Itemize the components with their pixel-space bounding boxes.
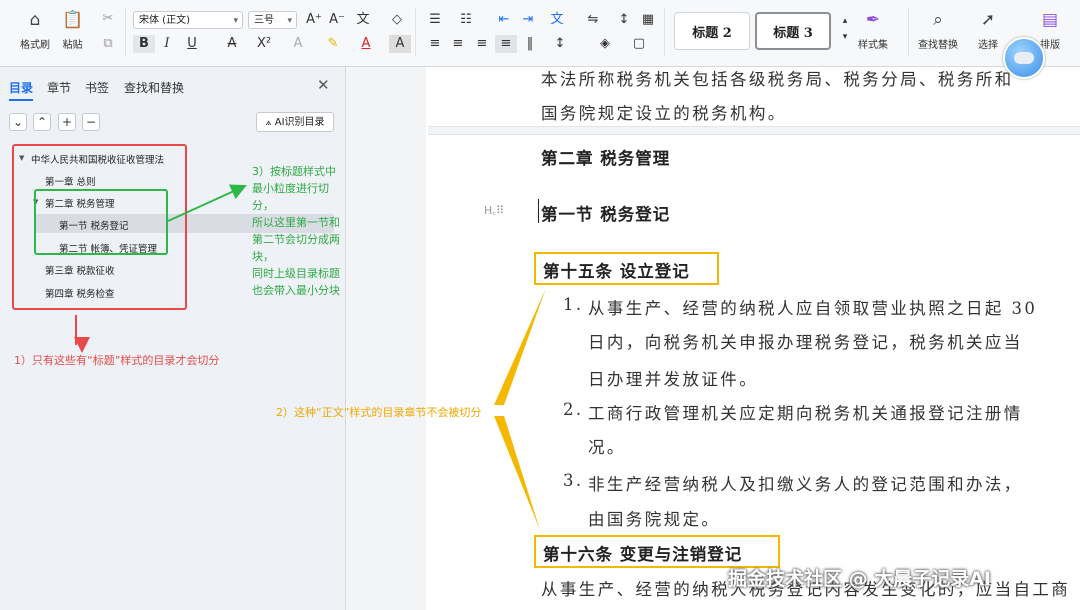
- watermark: 掘金技术社区 @ 大晨子记录AI: [728, 568, 992, 590]
- assistant-avatar-icon[interactable]: [1003, 37, 1045, 79]
- orange-arrow-down: [494, 416, 540, 530]
- orange-arrow-up: [494, 288, 546, 405]
- annotation-arrows: [74, 184, 546, 530]
- green-arrow: [167, 184, 247, 222]
